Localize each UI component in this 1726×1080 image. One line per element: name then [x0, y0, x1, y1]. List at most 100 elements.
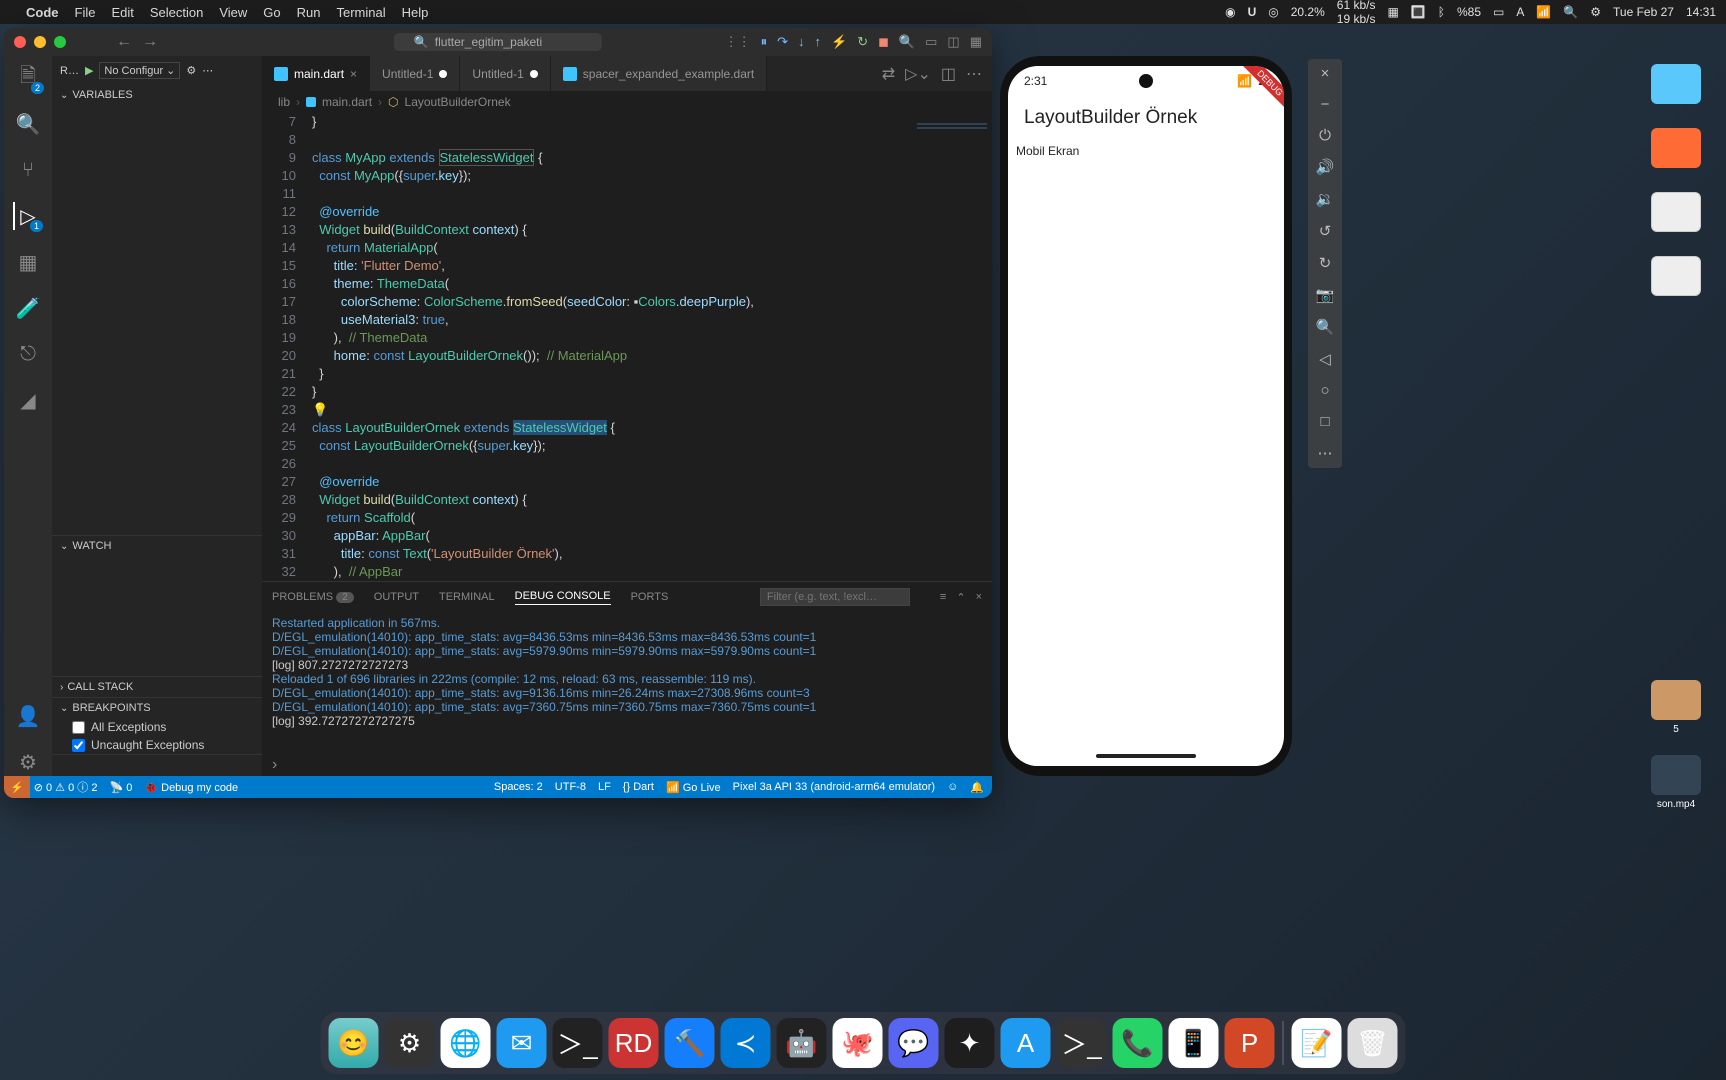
- record-icon[interactable]: ◉: [1225, 5, 1235, 19]
- testing-icon[interactable]: 🧪: [14, 294, 42, 322]
- run-debug-icon[interactable]: ▷1: [13, 202, 41, 230]
- github-icon[interactable]: 🐙: [833, 1018, 883, 1068]
- folder-icon[interactable]: [1646, 64, 1706, 108]
- menubar-time[interactable]: 14:31: [1686, 5, 1716, 19]
- panel-problems[interactable]: PROBLEMS 2: [272, 591, 354, 603]
- minimap[interactable]: [912, 113, 992, 581]
- debug-drag-icon[interactable]: ⋮⋮: [725, 34, 751, 50]
- variables-header[interactable]: ⌄VARIABLES: [52, 85, 262, 105]
- panel-ports[interactable]: PORTS: [631, 591, 669, 603]
- menubar-file[interactable]: File: [75, 5, 96, 20]
- emu-volume-down-icon[interactable]: 🔉: [1316, 190, 1335, 208]
- menubar-date[interactable]: Tue Feb 27: [1613, 5, 1674, 19]
- settings-icon[interactable]: ⚙: [14, 748, 42, 776]
- document-icon[interactable]: [1646, 192, 1706, 236]
- call-stack-header[interactable]: ›CALL STACK: [52, 677, 262, 697]
- layout-panel-icon[interactable]: ▭: [925, 34, 937, 50]
- sb-device[interactable]: Pixel 3a API 33 (android-arm64 emulator): [733, 781, 935, 794]
- breakpoints-header[interactable]: ⌄BREAKPOINTS: [52, 698, 262, 718]
- menubar-view[interactable]: View: [219, 5, 247, 20]
- phone-screen[interactable]: 2:31 📶▲ DEBUG LayoutBuilder Örnek Mobil …: [1008, 66, 1284, 766]
- debug-stop-icon[interactable]: ◼: [878, 34, 889, 50]
- remote-indicator[interactable]: ⚡: [4, 776, 30, 798]
- debug-step-over-icon[interactable]: ↷: [777, 34, 788, 50]
- sb-errors[interactable]: ⊘ 0 ⚠ 0 ⓘ 2: [34, 779, 98, 795]
- whatsapp-icon[interactable]: 📞: [1113, 1018, 1163, 1068]
- source-control-icon[interactable]: ⑂: [14, 156, 42, 184]
- breadcrumb[interactable]: lib› main.dart› ⬡LayoutBuilderOrnek: [262, 91, 992, 113]
- android-studio-icon[interactable]: 🤖: [777, 1018, 827, 1068]
- panel-output[interactable]: OUTPUT: [374, 591, 419, 603]
- debug-config-select[interactable]: No Configur ⌄: [99, 62, 180, 79]
- menubar-go[interactable]: Go: [263, 5, 280, 20]
- debug-restart-icon[interactable]: ↻: [857, 34, 868, 50]
- more-icon[interactable]: ⋯: [202, 64, 213, 77]
- code-editor[interactable]: } class MyApp extends StatelessWidget { …: [312, 113, 912, 581]
- lang-icon[interactable]: A: [1516, 5, 1524, 19]
- xcode-icon[interactable]: 🔨: [665, 1018, 715, 1068]
- battery-icon[interactable]: 🔳: [1411, 5, 1426, 19]
- emu-rotate-left-icon[interactable]: ↺: [1319, 222, 1332, 240]
- menubar-terminal[interactable]: Terminal: [337, 5, 386, 20]
- command-center[interactable]: 🔍 flutter_egitim_paketi: [394, 33, 602, 51]
- menubar-selection[interactable]: Selection: [150, 5, 203, 20]
- thumbnail-son[interactable]: son.mp4: [1646, 755, 1706, 810]
- nav-back-icon[interactable]: ←: [116, 33, 132, 51]
- emu-home-icon[interactable]: ○: [1320, 382, 1329, 399]
- sb-debug[interactable]: 🐞 Debug my code: [144, 781, 238, 794]
- sb-golive[interactable]: 📶 Go Live: [666, 781, 721, 794]
- devtools-icon[interactable]: 🔍: [899, 34, 915, 50]
- emu-minimize-icon[interactable]: −: [1321, 96, 1330, 113]
- document-icon-2[interactable]: [1646, 256, 1706, 300]
- stats-icon[interactable]: ▦: [1387, 5, 1398, 19]
- debug-console-output[interactable]: Restarted application in 567ms.D/EGL_emu…: [262, 612, 992, 754]
- close-icon[interactable]: ×: [350, 67, 357, 81]
- flutter-icon[interactable]: ◢: [14, 386, 42, 414]
- tab-main-dart[interactable]: main.dart×: [262, 56, 370, 91]
- menubar-edit[interactable]: Edit: [111, 5, 133, 20]
- window-close-button[interactable]: [14, 36, 26, 48]
- emu-close-icon[interactable]: ×: [1321, 65, 1330, 82]
- layout-customize-icon[interactable]: ▦: [970, 34, 982, 50]
- minimap-toggle-icon[interactable]: ⇄: [882, 64, 895, 84]
- bp-uncaught-exceptions[interactable]: Uncaught Exceptions: [52, 736, 262, 754]
- emu-back-icon[interactable]: ◁: [1319, 350, 1331, 368]
- window-minimize-button[interactable]: [34, 36, 46, 48]
- panel-maximize-icon[interactable]: ⌃: [956, 591, 965, 604]
- menubar-help[interactable]: Help: [402, 5, 429, 20]
- control-center-icon[interactable]: ⚙: [1590, 5, 1601, 19]
- emu-overview-icon[interactable]: □: [1320, 413, 1329, 430]
- split-editor-icon[interactable]: ◫: [941, 64, 956, 84]
- gear-icon[interactable]: ⚙: [186, 64, 196, 77]
- menubar-app[interactable]: Code: [26, 5, 59, 20]
- account-icon[interactable]: 👤: [14, 702, 42, 730]
- start-debug-icon[interactable]: ▶: [85, 64, 93, 77]
- cpu-indicator[interactable]: 20.2%: [1291, 5, 1325, 19]
- emu-zoom-icon[interactable]: 🔍: [1316, 318, 1335, 336]
- more-actions-icon[interactable]: ⋯: [966, 64, 982, 84]
- iterm-icon[interactable]: ＞_: [553, 1018, 603, 1068]
- sb-radio[interactable]: 📡 0: [109, 781, 132, 794]
- debug-step-out-icon[interactable]: ↑: [815, 34, 822, 50]
- debug-pause-icon[interactable]: ⏸: [761, 34, 768, 50]
- explorer-icon[interactable]: 🗎2: [14, 64, 42, 92]
- discord-icon[interactable]: 💬: [889, 1018, 939, 1068]
- wifi-icon[interactable]: 📶: [1536, 5, 1551, 19]
- app-store-icon[interactable]: A: [1001, 1018, 1051, 1068]
- sb-bell-icon[interactable]: 🔔: [970, 781, 984, 794]
- sb-feedback-icon[interactable]: ☺: [947, 781, 958, 794]
- battery2-icon[interactable]: ▭: [1493, 5, 1504, 19]
- nav-forward-icon[interactable]: →: [142, 33, 158, 51]
- remote-icon[interactable]: ⎋: [14, 340, 42, 368]
- sb-eol[interactable]: LF: [598, 781, 611, 794]
- sb-lang[interactable]: {} Dart: [623, 781, 654, 794]
- extensions-icon[interactable]: ▦: [14, 248, 42, 276]
- tab-spacer-expanded[interactable]: spacer_expanded_example.dart: [551, 56, 767, 91]
- tab-untitled-2[interactable]: Untitled-1: [460, 56, 550, 91]
- search-icon[interactable]: 🔍: [1563, 5, 1578, 19]
- search-icon[interactable]: 🔍: [14, 110, 42, 138]
- mail-icon[interactable]: ✉: [497, 1018, 547, 1068]
- system-settings-icon[interactable]: ⚙: [385, 1018, 435, 1068]
- swift-app-icon[interactable]: [1646, 128, 1706, 172]
- panel-close-icon[interactable]: ×: [976, 591, 982, 604]
